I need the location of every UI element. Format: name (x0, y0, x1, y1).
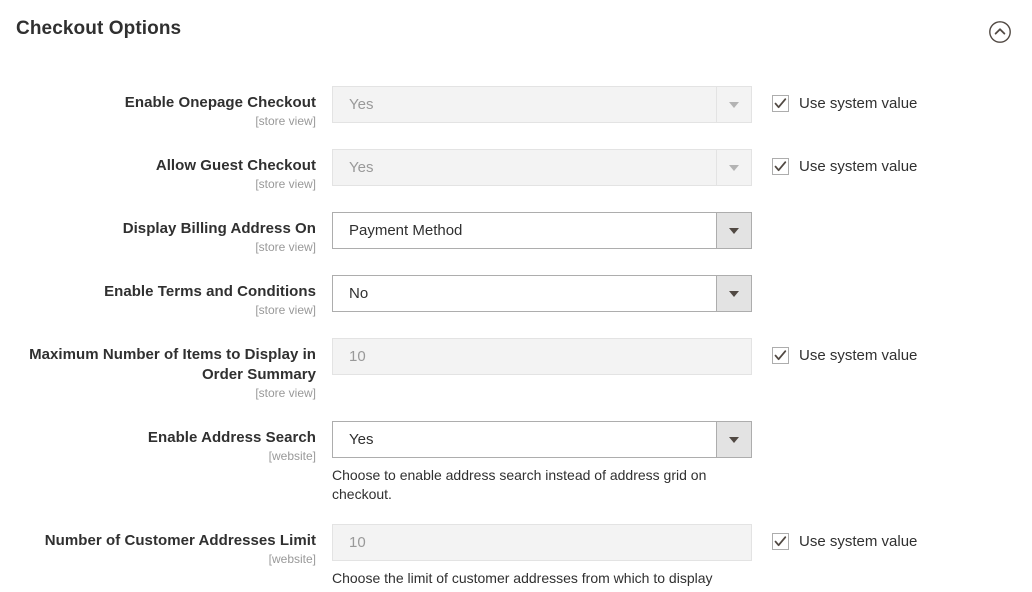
chevron-down-icon (716, 422, 751, 457)
field-label-text: Number of Customer Addresses Limit (44, 532, 316, 549)
field-scope-text: [store view] (255, 177, 316, 191)
use-system-value-group: Use system value (752, 86, 917, 113)
field-control: Yes Choose to enable address search inste… (332, 421, 752, 504)
chevron-down-icon (716, 276, 751, 311)
field-scope-text: [store view] (255, 303, 316, 317)
use-system-value-label[interactable]: Use system value (799, 533, 917, 551)
use-system-value-group: Use system value (752, 524, 917, 551)
field-control: Choose the limit of customer addresses f… (332, 524, 752, 592)
field-row: Display Billing Address On [store view] Pa… (0, 212, 1032, 255)
field-label: Number of Customer Addresses Limit [websi… (0, 524, 332, 567)
field-row: Allow Guest Checkout [store view] Yes Use s… (0, 149, 1032, 192)
field-row: Enable Terms and Conditions [store view] N… (0, 275, 1032, 318)
use-system-value-checkbox[interactable] (772, 347, 789, 364)
checkout-options-fields: Enable Onepage Checkout [store view] Yes Us… (0, 62, 1032, 592)
field-row: Maximum Number of Items to Display in Or… (0, 338, 1032, 401)
field-label-text: Display Billing Address On (122, 220, 316, 237)
page-title: Checkout Options (16, 18, 182, 39)
field-label: Maximum Number of Items to Display in Or… (0, 338, 332, 401)
select-value: Yes (349, 431, 374, 448)
field-label-text: Maximum Number of Items to Display in Or… (29, 346, 316, 383)
use-system-value-label[interactable]: Use system value (799, 158, 917, 176)
field-label: Allow Guest Checkout [store view] (0, 149, 332, 192)
select-1: Yes (332, 86, 752, 123)
field-control: Payment Method (332, 212, 752, 249)
use-system-value-checkbox[interactable] (772, 158, 789, 175)
field-label-text: Enable Terms and Conditions (104, 283, 316, 300)
use-system-value-checkbox[interactable] (772, 533, 789, 550)
field-control: Yes (332, 149, 752, 186)
field-label: Display Billing Address On [store view] (0, 212, 332, 255)
field-scope-text: [store view] (255, 240, 316, 254)
field-label-text: Allow Guest Checkout (155, 157, 316, 174)
field-label-text: Enable Onepage Checkout (124, 94, 316, 111)
use-system-value-group: Use system value (752, 149, 917, 176)
chevron-up-circle-icon[interactable] (988, 20, 1012, 44)
select-value: Payment Method (349, 222, 463, 239)
chevron-down-icon (716, 87, 751, 122)
select-6[interactable]: Yes (332, 421, 752, 458)
use-system-value-label[interactable]: Use system value (799, 347, 917, 365)
field-label: Enable Onepage Checkout [store view] (0, 86, 332, 129)
field-scope-text: [store view] (255, 386, 316, 400)
field-note: Choose to enable address search instead … (332, 467, 707, 502)
field-row: Enable Onepage Checkout [store view] Yes Us… (0, 86, 1032, 129)
chevron-down-icon (716, 150, 751, 185)
use-system-value-label[interactable]: Use system value (799, 95, 917, 113)
field-control: No (332, 275, 752, 312)
field-scope-text: [website] (268, 552, 316, 566)
chevron-down-icon (716, 213, 751, 248)
field-row: Number of Customer Addresses Limit [websi… (0, 524, 1032, 592)
select-2: Yes (332, 149, 752, 186)
field-label-text: Enable Address Search (147, 429, 316, 446)
text-input-7 (332, 524, 752, 561)
select-4[interactable]: No (332, 275, 752, 312)
field-label: Enable Address Search [website] (0, 421, 332, 464)
use-system-value-group: Use system value (752, 338, 917, 365)
select-value: No (349, 285, 369, 302)
field-row: Enable Address Search [website] Yes Choose … (0, 421, 1032, 504)
select-3[interactable]: Payment Method (332, 212, 752, 249)
section-header: Checkout Options (0, 0, 1032, 62)
field-label: Enable Terms and Conditions [store view] (0, 275, 332, 318)
text-input-5 (332, 338, 752, 375)
field-scope-text: [website] (268, 449, 316, 463)
field-scope-text: [store view] (255, 114, 316, 128)
field-control (332, 338, 752, 375)
checkout-options-section: Checkout Options Enable Onepage Checkout… (0, 0, 1032, 592)
select-value: Yes (349, 159, 374, 176)
field-note: Choose the limit of customer addresses f… (332, 570, 713, 592)
field-control: Yes (332, 86, 752, 123)
select-value: Yes (349, 96, 374, 113)
use-system-value-checkbox[interactable] (772, 95, 789, 112)
